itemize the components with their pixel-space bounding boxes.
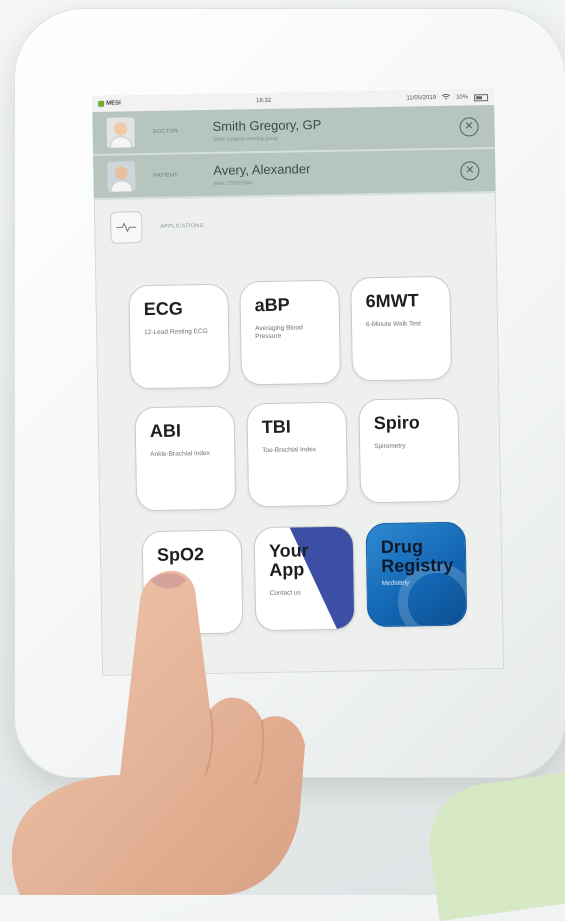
doctor-role-label: DOCTOR <box>152 128 179 135</box>
mesi-logo-icon <box>98 100 105 107</box>
battery-percent: 10% <box>456 94 469 101</box>
app-tile-ecg[interactable]: ECG 12-Lead Resting ECG <box>128 283 231 390</box>
doctor-row[interactable]: DOCTOR Smith Gregory, GP Smith Gregory w… <box>92 104 495 156</box>
app-tile-desc: Mediately <box>381 579 410 587</box>
status-date: 11/05/2019 <box>406 94 437 102</box>
app-tile-desc: Averaging Blood Pressure <box>255 324 303 341</box>
app-tile-tbi[interactable]: TBI Toe-Brachial Index <box>246 401 349 508</box>
patient-row[interactable]: PATIENT Avery, Alexander Male, 23/05/194… <box>93 148 496 200</box>
app-tile-6mwt[interactable]: 6MWT 6-Minute Walk Test <box>350 275 453 382</box>
doctor-avatar <box>106 117 135 148</box>
status-time: 16:32 <box>256 97 272 105</box>
close-icon: ✕ <box>464 119 474 133</box>
doctor-name: Smith Gregory, GP <box>212 117 322 134</box>
applications-label: APPLICATIONS <box>160 223 204 230</box>
app-tile-code: TBI <box>261 416 291 438</box>
app-tile-your-app[interactable]: Your App Contact us <box>253 525 356 632</box>
heartbeat-icon <box>116 222 137 233</box>
app-tile-desc: Contact us <box>269 589 301 597</box>
app-tile-spo2[interactable]: SpO2 Oximetry <box>141 529 244 636</box>
app-tile-code: ABI <box>149 420 182 442</box>
patient-close-button[interactable]: ✕ <box>460 160 480 181</box>
close-icon: ✕ <box>465 163 475 176</box>
app-tile-spiro[interactable]: Spiro Spirometry <box>358 397 461 504</box>
doctor-info: Smith Gregory, GP Smith Gregory working … <box>212 115 459 143</box>
patient-role-label: PATIENT <box>153 172 178 179</box>
wifi-icon <box>441 93 451 102</box>
doctor-close-button[interactable]: ✕ <box>459 116 479 137</box>
app-tile-code: aBP <box>254 294 290 316</box>
app-tile-code: SpO2 <box>156 544 205 565</box>
doctor-detail: Smith Gregory working group <box>212 135 278 143</box>
brand-name: MESI <box>106 100 121 107</box>
tablet-screen: MESI 16:32 11/05/2019 10% DOCTOR Smith G… <box>92 88 505 676</box>
app-tile-code: Drug Registry <box>380 536 454 576</box>
patient-avatar <box>107 161 136 192</box>
status-right: 11/05/2019 10% <box>406 93 489 102</box>
patient-detail: Male, 23/05/1946 <box>213 180 253 187</box>
patient-info: Avery, Alexander Male, 23/05/1946 <box>213 159 460 187</box>
applications-header: APPLICATIONS <box>94 193 497 244</box>
app-tile-desc: Oximetry <box>157 574 184 582</box>
app-tile-code: 6MWT <box>365 290 419 312</box>
app-tile-code: Spiro <box>373 412 420 434</box>
app-tile-desc: Toe-Brachial Index <box>262 446 317 454</box>
app-tile-abp[interactable]: aBP Averaging Blood Pressure <box>239 279 342 386</box>
app-tile-desc: 6-Minute Walk Test <box>365 320 422 329</box>
battery-icon <box>474 93 489 101</box>
app-tile-drug-registry[interactable]: Drug Registry Mediately <box>365 521 468 628</box>
app-tile-code: Your App <box>268 540 309 580</box>
patient-name: Avery, Alexander <box>213 161 311 178</box>
sleeve <box>421 768 565 921</box>
brand-logo: MESI <box>98 100 121 107</box>
app-tile-desc: Ankle-Brachial Index <box>150 449 210 458</box>
app-tile-code: ECG <box>143 298 183 320</box>
app-tile-desc: 12-Lead Resting ECG <box>144 327 208 337</box>
app-tile-abi[interactable]: ABI Ankle-Brachial Index <box>134 405 237 512</box>
applications-button[interactable] <box>110 211 143 244</box>
app-tile-desc: Spirometry <box>374 442 406 451</box>
